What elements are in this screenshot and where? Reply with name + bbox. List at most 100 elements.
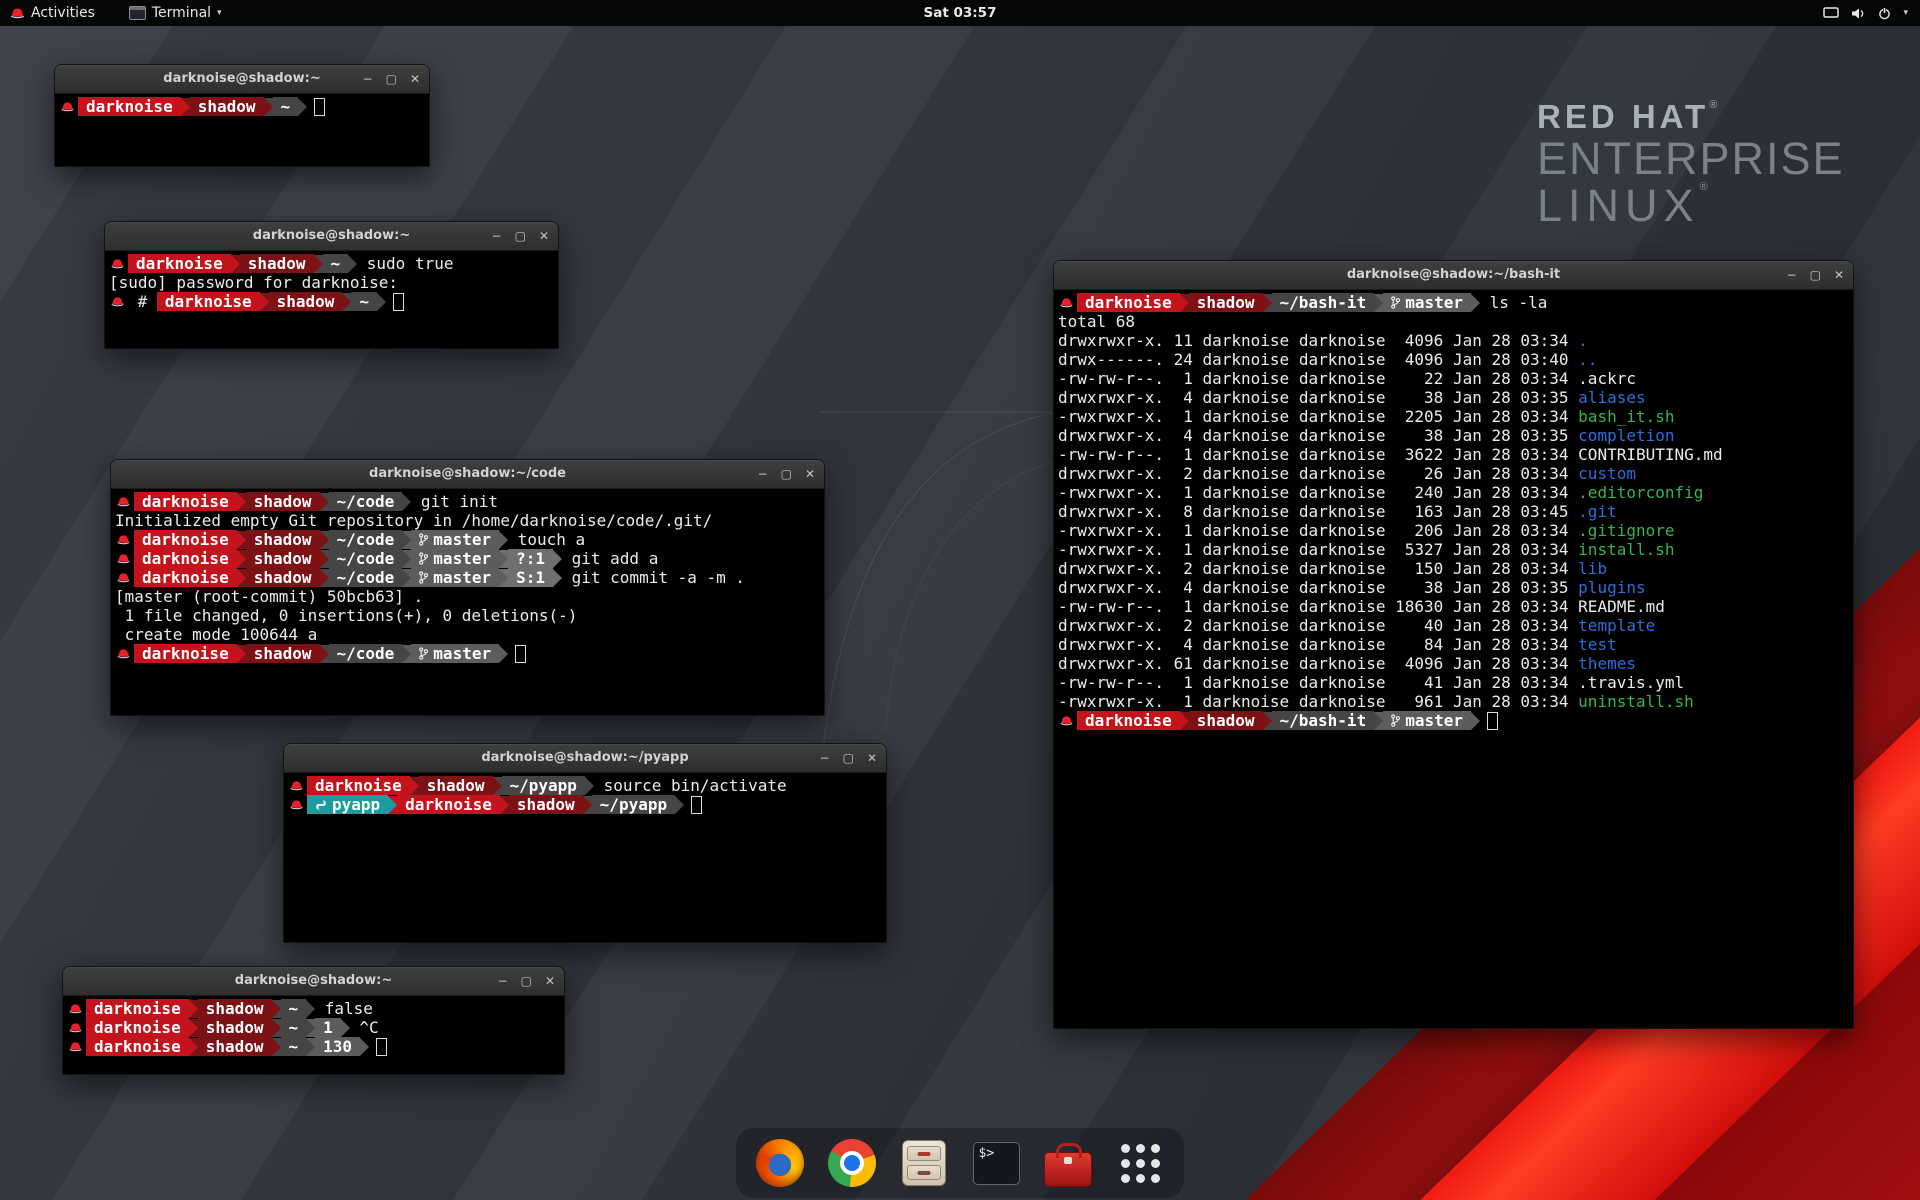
prompt-segment: ~/code bbox=[329, 644, 403, 663]
prompt-segment: shadow bbox=[198, 1018, 272, 1037]
dock-show-applications-button[interactable] bbox=[1114, 1137, 1166, 1189]
redhat-prompt-icon bbox=[290, 799, 303, 810]
maximize-button[interactable]: ▢ bbox=[386, 73, 397, 85]
terminal-cursor bbox=[515, 645, 526, 663]
close-button[interactable]: ✕ bbox=[805, 468, 815, 480]
maximize-button[interactable]: ▢ bbox=[781, 468, 792, 480]
close-button[interactable]: ✕ bbox=[545, 975, 555, 987]
powerline-separator bbox=[553, 550, 562, 568]
terminal-line: 1 file changed, 0 insertions(+), 0 delet… bbox=[115, 606, 820, 625]
toolbox-icon bbox=[1044, 1152, 1092, 1187]
terminal-line: drwxrwxr-x. 4 darknoise darknoise 84 Jan… bbox=[1058, 635, 1849, 654]
prompt-segment: master bbox=[1383, 293, 1471, 312]
terminal-line: -rw-rw-r--. 1 darknoise darknoise 22 Jan… bbox=[1058, 369, 1849, 388]
prompt-segment: shadow bbox=[190, 97, 264, 116]
powerline-separator bbox=[320, 645, 329, 663]
maximize-button[interactable]: ▢ bbox=[515, 230, 526, 242]
terminal-text: drwxrwxr-x. 2 darknoise darknoise 150 Ja… bbox=[1058, 559, 1578, 578]
redhat-prompt-icon bbox=[1060, 297, 1073, 308]
clock[interactable]: Sat 03:57 bbox=[0, 5, 1920, 21]
terminal-text: ^C bbox=[350, 1018, 379, 1037]
prompt-segment: ~ bbox=[351, 292, 377, 311]
volume-icon bbox=[1851, 7, 1866, 20]
close-button[interactable]: ✕ bbox=[539, 230, 549, 242]
window-titlebar[interactable]: darknoise@shadow:~/code − ▢ ✕ bbox=[111, 460, 824, 489]
terminal-text: -rw-rw-r--. 1 darknoise darknoise 3622 J… bbox=[1058, 445, 1578, 464]
prompt-segment: ?:1 bbox=[508, 549, 553, 568]
window-titlebar[interactable]: darknoise@shadow:~/bash-it − ▢ ✕ bbox=[1054, 261, 1853, 290]
prompt-segment: shadow bbox=[240, 254, 314, 273]
powerline-separator bbox=[1180, 294, 1189, 312]
terminal-text: git add a bbox=[562, 549, 658, 568]
redhat-prompt-icon bbox=[1060, 715, 1073, 726]
dock-chrome-button[interactable] bbox=[826, 1137, 878, 1189]
window-titlebar[interactable]: darknoise@shadow:~/pyapp − ▢ ✕ bbox=[284, 744, 886, 773]
dock-files-button[interactable] bbox=[898, 1137, 950, 1189]
maximize-button[interactable]: ▢ bbox=[521, 975, 532, 987]
prompt-segment: master bbox=[411, 644, 499, 663]
redhat-prompt-icon bbox=[290, 780, 303, 791]
window-titlebar[interactable]: darknoise@shadow:~ − ▢ ✕ bbox=[105, 222, 558, 251]
minimize-button[interactable]: − bbox=[1787, 269, 1797, 281]
terminal-window-exit-codes[interactable]: darknoise@shadow:~ − ▢ ✕ darknoiseshadow… bbox=[62, 966, 565, 1075]
terminal-text: install.sh bbox=[1578, 540, 1674, 559]
powerline-separator bbox=[237, 569, 246, 587]
powerline-separator bbox=[553, 569, 562, 587]
app-menu-terminal[interactable]: Terminal ▾ bbox=[119, 0, 232, 26]
redhat-logo-icon bbox=[10, 7, 25, 19]
prompt-segment: darknoise bbox=[1077, 293, 1180, 312]
brand-line3: LINUX bbox=[1537, 180, 1700, 231]
window-titlebar[interactable]: darknoise@shadow:~ − ▢ ✕ bbox=[55, 65, 429, 94]
minimize-button[interactable]: − bbox=[820, 752, 830, 764]
powerline-separator bbox=[583, 796, 592, 814]
powerline-separator bbox=[306, 1019, 315, 1037]
window-titlebar[interactable]: darknoise@shadow:~ − ▢ ✕ bbox=[63, 967, 564, 996]
terminal-line: darknoiseshadow~1 ^C bbox=[67, 1018, 560, 1037]
powerline-separator bbox=[1263, 712, 1272, 730]
prompt-segment: shadow bbox=[419, 776, 493, 795]
activities-button[interactable]: Activities bbox=[0, 0, 105, 26]
maximize-button[interactable]: ▢ bbox=[843, 752, 854, 764]
terminal-content[interactable]: darknoiseshadow~/code git initInitialize… bbox=[111, 489, 824, 715]
terminal-line: darknoiseshadow~/codemaster bbox=[115, 644, 820, 663]
terminal-line: drwxrwxr-x. 61 darknoise darknoise 4096 … bbox=[1058, 654, 1849, 673]
terminal-window-bash-it[interactable]: darknoise@shadow:~/bash-it − ▢ ✕ darknoi… bbox=[1053, 260, 1854, 1029]
system-status-area[interactable]: ▾ bbox=[1811, 0, 1920, 26]
terminal-line: -rwxrwxr-x. 1 darknoise darknoise 206 Ja… bbox=[1058, 521, 1849, 540]
redhat-prompt-icon bbox=[69, 1041, 82, 1052]
terminal-window-home-1[interactable]: darknoise@shadow:~ − ▢ ✕ darknoiseshadow… bbox=[54, 64, 430, 167]
terminal-content[interactable]: darknoiseshadow~ bbox=[55, 94, 429, 166]
terminal-text: custom bbox=[1578, 464, 1636, 483]
prompt-segment: ~ bbox=[323, 254, 349, 273]
terminal-window-pyapp[interactable]: darknoise@shadow:~/pyapp − ▢ ✕ darknoise… bbox=[283, 743, 887, 943]
minimize-button[interactable]: − bbox=[492, 230, 502, 242]
terminal-window-code[interactable]: darknoise@shadow:~/code − ▢ ✕ darknoises… bbox=[110, 459, 825, 716]
terminal-content[interactable]: darknoiseshadow~/bash-itmaster ls -latot… bbox=[1054, 290, 1853, 1028]
minimize-button[interactable]: − bbox=[363, 73, 373, 85]
powerline-separator bbox=[306, 1000, 315, 1018]
minimize-button[interactable]: − bbox=[758, 468, 768, 480]
terminal-window-sudo[interactable]: darknoise@shadow:~ − ▢ ✕ darknoiseshadow… bbox=[104, 221, 559, 349]
dock-firefox-button[interactable] bbox=[754, 1137, 806, 1189]
terminal-text: false bbox=[315, 999, 373, 1018]
prompt-segment: darknoise bbox=[1077, 711, 1180, 730]
minimize-button[interactable]: − bbox=[498, 975, 508, 987]
terminal-line: -rwxrwxr-x. 1 darknoise darknoise 240 Ja… bbox=[1058, 483, 1849, 502]
close-button[interactable]: ✕ bbox=[1834, 269, 1844, 281]
prompt-segment: ~/pyapp bbox=[592, 795, 675, 814]
app-grid-icon bbox=[1121, 1144, 1160, 1183]
close-button[interactable]: ✕ bbox=[867, 752, 877, 764]
terminal-line: -rw-rw-r--. 1 darknoise darknoise 41 Jan… bbox=[1058, 673, 1849, 692]
powerline-separator bbox=[500, 796, 509, 814]
dock-toolbox-button[interactable] bbox=[1042, 1137, 1094, 1189]
terminal-line: darknoiseshadow~130 bbox=[67, 1037, 560, 1056]
powerline-separator bbox=[320, 531, 329, 549]
maximize-button[interactable]: ▢ bbox=[1810, 269, 1821, 281]
terminal-content[interactable]: darknoiseshadow~ sudo true[sudo] passwor… bbox=[105, 251, 558, 348]
terminal-content[interactable]: darknoiseshadow~ falsedarknoiseshadow~1 … bbox=[63, 996, 564, 1074]
git-branch-icon bbox=[419, 647, 428, 660]
dock-terminal-button[interactable]: $> bbox=[970, 1137, 1022, 1189]
close-button[interactable]: ✕ bbox=[410, 73, 420, 85]
terminal-text: completion bbox=[1578, 426, 1674, 445]
terminal-content[interactable]: darknoiseshadow~/pyapp source bin/activa… bbox=[284, 773, 886, 942]
